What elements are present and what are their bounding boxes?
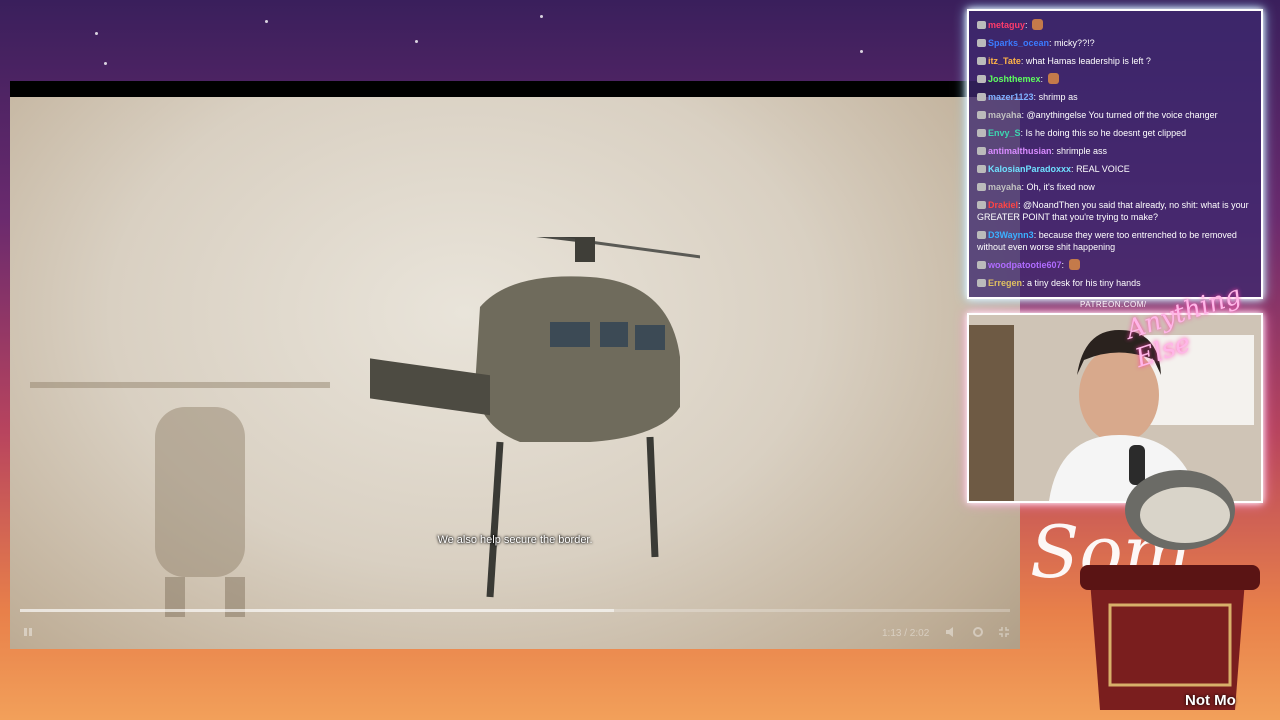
pause-button[interactable] [21,625,35,639]
chat-text: shrimp as [1038,92,1078,102]
user-badge-icon [977,261,986,269]
user-badge-icon [977,39,986,47]
chat-username[interactable]: Erregen [988,278,1022,288]
chat-text: what Hamas leadership is left ? [1025,56,1151,66]
chat-message: D3Waynn3: because they were too entrench… [977,229,1253,253]
user-badge-icon [977,93,986,101]
ticker-text: Not Mo [1185,692,1236,709]
background-helicopter-image [30,382,330,617]
fullscreen-exit-button[interactable] [997,625,1011,639]
settings-button[interactable] [971,625,985,639]
chat-username[interactable]: D3Waynn3 [988,230,1034,240]
time-display: 1:13 / 2:02 [882,628,930,639]
user-badge-icon [977,279,986,287]
chat-message: Envy_S: Is he doing this so he doesnt ge… [977,127,1253,139]
volume-icon [946,627,953,637]
chat-message: Drakiel: @NoandThen you said that alread… [977,199,1253,223]
chat-text: micky??!? [1054,38,1095,48]
user-badge-icon [977,75,986,83]
progress-fill [20,609,614,612]
gear-icon [973,627,983,637]
chat-username[interactable]: antimalthusian [988,146,1052,156]
user-badge-icon [977,165,986,173]
chat-message: metaguy: [977,19,1253,31]
user-badge-icon [977,147,986,155]
chat-username[interactable]: mayaha [988,110,1022,120]
chat-username[interactable]: Sparks_ocean [988,38,1049,48]
user-badge-icon [977,129,986,137]
user-badge-icon [977,21,986,29]
chat-message: mazer1123: shrimp as [977,91,1253,103]
chat-message: mayaha: Oh, it's fixed now [977,181,1253,193]
chat-separator: : [1061,260,1067,270]
emote-icon [1032,19,1044,30]
progress-bar[interactable] [20,609,1010,612]
chat-separator: : [1025,20,1031,30]
patreon-label: PATREON.COM/ [1080,300,1147,309]
user-badge-icon [977,57,986,65]
volume-button[interactable] [944,625,958,639]
user-badge-icon [977,231,986,239]
chat-username[interactable]: metaguy [988,20,1025,30]
mascot-image [1080,470,1260,710]
video-player[interactable]: We also help secure the border. 1:13 / 2… [10,81,1020,649]
chat-message: Joshthemex: [977,73,1253,85]
emote-icon [1068,259,1080,270]
chat-username[interactable]: Drakiel [988,200,1018,210]
chat-message: Sparks_ocean: micky??!? [977,37,1253,49]
chat-text: @anythingelse You turned off the voice c… [1026,110,1218,120]
chat-username[interactable]: mazer1123 [988,92,1034,102]
chat-username[interactable]: itz_Tate [988,56,1021,66]
chat-username[interactable]: woodpatootie607 [988,260,1062,270]
video-subtitle: We also help secure the border. [437,534,593,546]
video-frame: We also help secure the border. [10,97,1020,649]
chat-message: woodpatootie607: [977,259,1253,271]
chat-panel: metaguy: Sparks_ocean: micky??!? itz_Tate… [967,9,1263,299]
chat-message-list: metaguy: Sparks_ocean: micky??!? itz_Tate… [977,19,1253,289]
chat-text: Is he doing this so he doesnt get clippe… [1025,128,1187,138]
emote-icon [1047,73,1059,84]
user-badge-icon [977,201,986,209]
chat-message: mayaha: @anythingelse You turned off the… [977,109,1253,121]
pause-icon [24,628,32,636]
chat-username[interactable]: KalosianParadoxxx [988,164,1071,174]
helicopter-image [370,237,700,598]
chat-text: Oh, it's fixed now [1026,182,1095,192]
chat-username[interactable]: Envy_S [988,128,1021,138]
exit-fullscreen-icon [999,627,1009,637]
chat-separator: : [1040,74,1046,84]
video-controls: 1:13 / 2:02 [10,617,1020,647]
chat-text: REAL VOICE [1076,164,1130,174]
chat-message: KalosianParadoxxx: REAL VOICE [977,163,1253,175]
chat-text: shrimple ass [1056,146,1108,156]
chat-message: itz_Tate: what Hamas leadership is left … [977,55,1253,67]
chat-text: a tiny desk for his tiny hands [1027,278,1141,288]
user-badge-icon [977,183,986,191]
chat-username[interactable]: Joshthemex [988,74,1041,84]
chat-message: antimalthusian: shrimple ass [977,145,1253,157]
user-badge-icon [977,111,986,119]
chat-username[interactable]: mayaha [988,182,1022,192]
